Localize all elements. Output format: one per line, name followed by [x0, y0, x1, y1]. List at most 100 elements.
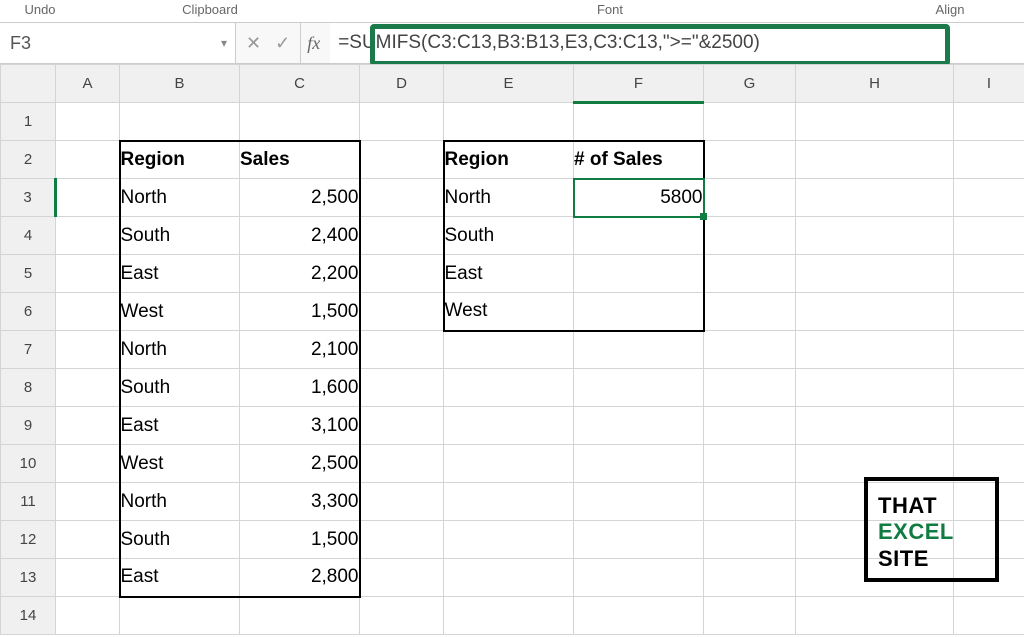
cell-G4[interactable] [704, 217, 796, 255]
cell-E11[interactable] [444, 483, 574, 521]
row-header-11[interactable]: 11 [1, 483, 56, 521]
cell-E2[interactable]: Region [444, 141, 574, 179]
cell-G6[interactable] [704, 293, 796, 331]
cell-B4[interactable]: South [120, 217, 240, 255]
cell-C7[interactable]: 2,100 [240, 331, 360, 369]
col-header-F[interactable]: F [574, 65, 704, 103]
cell-A10[interactable] [56, 445, 120, 483]
cell-D10[interactable] [360, 445, 444, 483]
cell-G1[interactable] [704, 103, 796, 141]
cell-D1[interactable] [360, 103, 444, 141]
cell-C11[interactable]: 3,300 [240, 483, 360, 521]
col-header-A[interactable]: A [56, 65, 120, 103]
cell-A6[interactable] [56, 293, 120, 331]
cell-G3[interactable] [704, 179, 796, 217]
cell-E9[interactable] [444, 407, 574, 445]
row-header-9[interactable]: 9 [1, 407, 56, 445]
chevron-down-icon[interactable]: ▾ [221, 36, 227, 50]
cell-B10[interactable]: West [120, 445, 240, 483]
cell-G11[interactable] [704, 483, 796, 521]
cell-A11[interactable] [56, 483, 120, 521]
row-header-13[interactable]: 13 [1, 559, 56, 597]
row-header-2[interactable]: 2 [1, 141, 56, 179]
row-header-1[interactable]: 1 [1, 103, 56, 141]
cell-A4[interactable] [56, 217, 120, 255]
cell-C1[interactable] [240, 103, 360, 141]
cell-C14[interactable] [240, 597, 360, 635]
row-header-5[interactable]: 5 [1, 255, 56, 293]
cell-I1[interactable] [954, 103, 1024, 141]
cell-A2[interactable] [56, 141, 120, 179]
cell-A9[interactable] [56, 407, 120, 445]
cell-D8[interactable] [360, 369, 444, 407]
cell-E14[interactable] [444, 597, 574, 635]
cell-A3[interactable] [56, 179, 120, 217]
cell-H7[interactable] [796, 331, 954, 369]
cell-E10[interactable] [444, 445, 574, 483]
col-header-I[interactable]: I [954, 65, 1024, 103]
cell-F1[interactable] [574, 103, 704, 141]
cell-G14[interactable] [704, 597, 796, 635]
cell-F7[interactable] [574, 331, 704, 369]
cell-C8[interactable]: 1,600 [240, 369, 360, 407]
row-header-14[interactable]: 14 [1, 597, 56, 635]
cell-I4[interactable] [954, 217, 1024, 255]
cell-H9[interactable] [796, 407, 954, 445]
cell-I14[interactable] [954, 597, 1024, 635]
cell-H1[interactable] [796, 103, 954, 141]
cell-D2[interactable] [360, 141, 444, 179]
cell-F10[interactable] [574, 445, 704, 483]
cell-H5[interactable] [796, 255, 954, 293]
cell-H3[interactable] [796, 179, 954, 217]
cell-G10[interactable] [704, 445, 796, 483]
cell-F5[interactable] [574, 255, 704, 293]
cell-D14[interactable] [360, 597, 444, 635]
col-header-E[interactable]: E [444, 65, 574, 103]
cell-F14[interactable] [574, 597, 704, 635]
cell-I5[interactable] [954, 255, 1024, 293]
cell-C13[interactable]: 2,800 [240, 559, 360, 597]
cell-G12[interactable] [704, 521, 796, 559]
cell-H14[interactable] [796, 597, 954, 635]
name-box[interactable]: F3 ▾ [0, 23, 236, 63]
col-header-G[interactable]: G [704, 65, 796, 103]
cell-A8[interactable] [56, 369, 120, 407]
cell-B7[interactable]: North [120, 331, 240, 369]
cell-F2[interactable]: # of Sales [574, 141, 704, 179]
cell-I6[interactable] [954, 293, 1024, 331]
cell-B12[interactable]: South [120, 521, 240, 559]
formula-input[interactable]: =SUMIFS(C3:C13,B3:B13,E3,C3:C13,">="&250… [330, 23, 1024, 63]
cell-D13[interactable] [360, 559, 444, 597]
row-header-12[interactable]: 12 [1, 521, 56, 559]
cell-D6[interactable] [360, 293, 444, 331]
cell-F13[interactable] [574, 559, 704, 597]
cell-F3[interactable]: 5800 [574, 179, 704, 217]
cell-E3[interactable]: North [444, 179, 574, 217]
cell-A13[interactable] [56, 559, 120, 597]
cell-A12[interactable] [56, 521, 120, 559]
fx-icon[interactable]: fx [301, 23, 330, 63]
row-header-8[interactable]: 8 [1, 369, 56, 407]
cell-E8[interactable] [444, 369, 574, 407]
cell-B5[interactable]: East [120, 255, 240, 293]
cell-B9[interactable]: East [120, 407, 240, 445]
cell-G13[interactable] [704, 559, 796, 597]
col-header-D[interactable]: D [360, 65, 444, 103]
cell-G7[interactable] [704, 331, 796, 369]
cell-F12[interactable] [574, 521, 704, 559]
cell-F4[interactable] [574, 217, 704, 255]
row-header-4[interactable]: 4 [1, 217, 56, 255]
cell-B13[interactable]: East [120, 559, 240, 597]
cell-D11[interactable] [360, 483, 444, 521]
cell-C6[interactable]: 1,500 [240, 293, 360, 331]
cell-B3[interactable]: North [120, 179, 240, 217]
cell-F6[interactable] [574, 293, 704, 331]
cell-D7[interactable] [360, 331, 444, 369]
cell-I2[interactable] [954, 141, 1024, 179]
cell-F9[interactable] [574, 407, 704, 445]
cell-A14[interactable] [56, 597, 120, 635]
row-header-3[interactable]: 3 [1, 179, 56, 217]
cell-H6[interactable] [796, 293, 954, 331]
cell-A5[interactable] [56, 255, 120, 293]
cell-B1[interactable] [120, 103, 240, 141]
